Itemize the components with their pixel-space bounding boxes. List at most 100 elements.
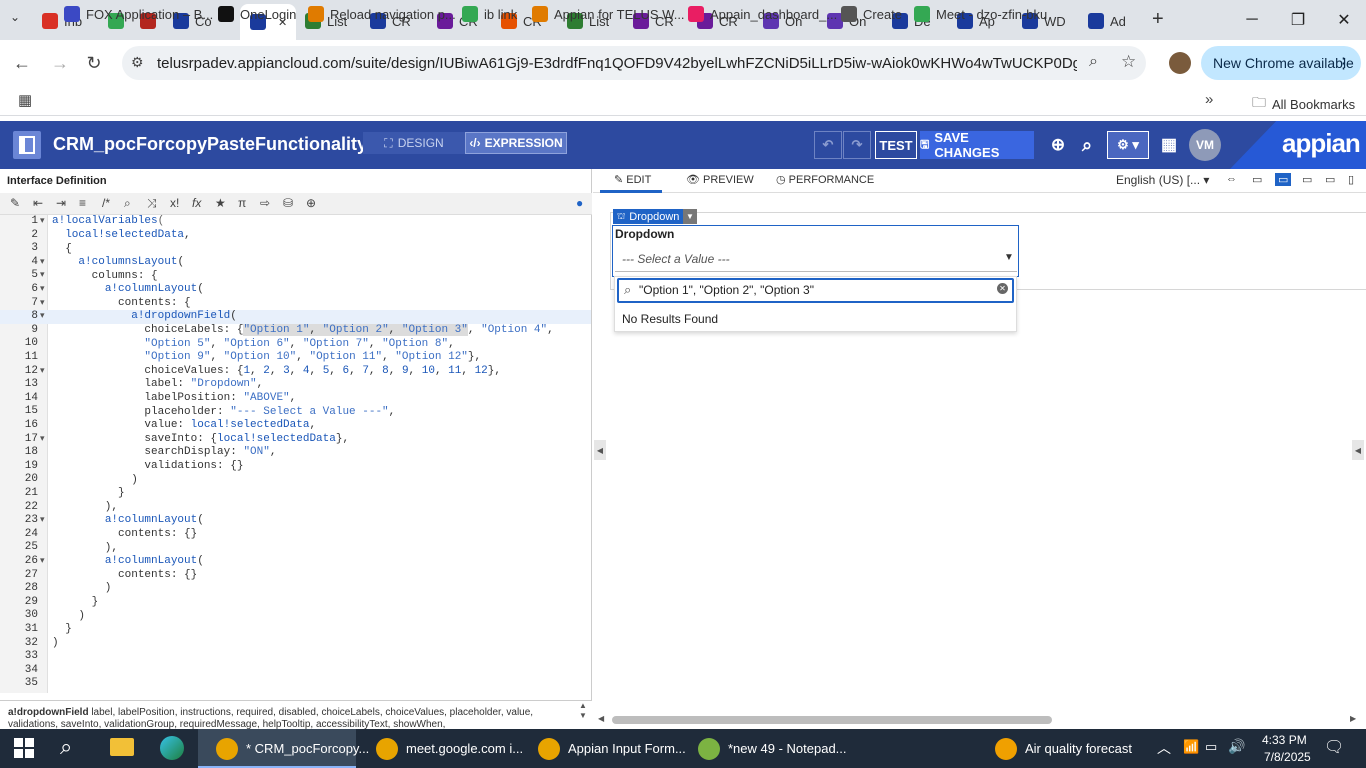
code-line[interactable]: searchDisplay: "ON",	[52, 446, 276, 458]
bookmark-item[interactable]: Appian for TELUS W...	[532, 6, 685, 22]
code-line[interactable]: contents: {}	[52, 528, 197, 540]
expression-mode-button[interactable]: ‹/› EXPRESSION	[465, 132, 567, 154]
collapse-right-arrow[interactable]: ◀	[1352, 440, 1364, 460]
database-icon[interactable]: ⛁	[283, 196, 293, 210]
code-line[interactable]: validations: {}	[52, 460, 243, 472]
fold-toggle-icon[interactable]: ▾	[40, 256, 45, 267]
code-line[interactable]: value: local!selectedData,	[52, 419, 316, 431]
fold-toggle-icon[interactable]: ▾	[40, 310, 45, 321]
code-line[interactable]: )	[52, 582, 112, 594]
test-button[interactable]: TEST	[875, 131, 917, 159]
back-button[interactable]: ←	[9, 50, 35, 76]
browser-tab[interactable]: Ad	[1088, 8, 1126, 34]
code-line[interactable]: a!columnLayout(	[52, 514, 204, 526]
outdent-icon[interactable]: ⇤	[33, 196, 43, 210]
indent-icon[interactable]: ⇥	[56, 196, 66, 210]
clock-date[interactable]: 7/8/2025	[1264, 750, 1311, 764]
pi-icon[interactable]: π	[238, 196, 246, 210]
phone-view-icon[interactable]: ▯	[1348, 173, 1354, 186]
tab-performance[interactable]: ◷ PERFORMANCE	[776, 173, 874, 186]
tray-chevron-icon[interactable]: ︿	[1157, 738, 1171, 758]
undo-button[interactable]: ↶	[814, 131, 842, 159]
taskbar-app[interactable]: Air quality forecast	[985, 729, 1142, 768]
bookmark-item[interactable]: Meet - dzo-zfin-bku	[914, 6, 1047, 22]
taskbar-app[interactable]: Appian Input Form...	[528, 729, 696, 768]
component-tag[interactable]: ⛫ Dropdown	[613, 209, 683, 224]
code-line[interactable]: }	[52, 623, 72, 635]
bookmark-item[interactable]: Reload navigation p...	[308, 6, 456, 22]
format-icon[interactable]: ✎	[10, 196, 20, 210]
code-line[interactable]: choiceValues: {1, 2, 3, 4, 5, 6, 7, 8, 9…	[52, 365, 501, 377]
code-line[interactable]: a!columnsLayout(	[52, 256, 184, 268]
component-menu-button[interactable]: ▼	[683, 209, 697, 224]
minimize-button[interactable]: ─	[1229, 0, 1275, 40]
web-icon[interactable]: ⊕	[306, 196, 316, 210]
code-line[interactable]: local!selectedData,	[52, 229, 190, 241]
notifications-icon[interactable]: 🗨	[1324, 737, 1344, 757]
tab-edit[interactable]: ✎ EDIT	[614, 173, 651, 186]
design-mode-button[interactable]: ⛶ DESIGN	[363, 132, 465, 154]
code-line[interactable]: {	[52, 243, 72, 255]
settings-gear-button[interactable]: ⚙ ▾	[1107, 131, 1149, 159]
forward-button[interactable]: →	[47, 50, 73, 76]
code-line[interactable]: a!localVariables(	[52, 215, 164, 227]
bookmark-item[interactable]: ib link	[462, 6, 517, 22]
code-line[interactable]: }	[52, 596, 99, 608]
favorite-icon[interactable]: ★	[215, 196, 226, 210]
taskbar-search-icon[interactable]: ⌕	[60, 734, 72, 760]
close-window-button[interactable]: ✕	[1321, 0, 1366, 40]
taskbar-app[interactable]: * CRM_pocForcopy...	[206, 729, 379, 768]
tab-search-button[interactable]: ⌄	[10, 10, 20, 24]
new-chrome-available-button[interactable]: New Chrome available ⋮	[1201, 46, 1361, 80]
taskbar-app[interactable]: meet.google.com i...	[366, 729, 533, 768]
code-line[interactable]: contents: {	[52, 297, 191, 309]
tablet-view-icon[interactable]: ▭	[1302, 173, 1312, 186]
code-line[interactable]: ),	[52, 501, 118, 513]
code-line[interactable]: label: "Dropdown",	[52, 378, 263, 390]
horizontal-scrollbar[interactable]	[612, 716, 1052, 724]
fold-toggle-icon[interactable]: ▾	[40, 433, 45, 444]
bookmark-item[interactable]: OneLogin	[218, 6, 296, 22]
desktop-view-icon[interactable]: ▭	[1252, 173, 1262, 186]
code-line[interactable]: contents: {}	[52, 569, 197, 581]
landscape-view-icon[interactable]: ▭	[1325, 173, 1335, 186]
bookmark-item[interactable]: Appain_dashboard_...	[688, 6, 837, 22]
site-info-icon[interactable]: ⚙	[131, 54, 144, 71]
scroll-left-arrow[interactable]: ◀	[598, 714, 604, 723]
list-icon[interactable]: ≡	[79, 196, 86, 210]
clock-time[interactable]: 4:33 PM	[1262, 733, 1307, 747]
code-line[interactable]: a!columnLayout(	[52, 555, 204, 567]
local-variable-icon[interactable]: x!	[170, 196, 179, 210]
save-changes-button[interactable]: 🖫 SAVE CHANGES	[920, 130, 1034, 160]
code-line[interactable]: a!columnLayout(	[52, 283, 204, 295]
fold-toggle-icon[interactable]: ▾	[40, 297, 45, 308]
app-grid-icon[interactable]: ▦	[1157, 131, 1181, 159]
globe-icon[interactable]: ⊕	[1046, 131, 1070, 159]
more-bookmarks-icon[interactable]: »	[1205, 91, 1213, 108]
export-icon[interactable]: ⇨	[260, 196, 270, 210]
collapse-left-arrow[interactable]: ◀	[594, 440, 606, 460]
reload-button[interactable]: ↻	[81, 50, 107, 76]
code-line[interactable]: )	[52, 637, 59, 649]
all-bookmarks[interactable]: 🗀 All Bookmarks	[1252, 92, 1355, 116]
bookmark-item[interactable]: FOX Application – B...	[64, 6, 213, 22]
help-icon[interactable]: ●	[576, 196, 583, 210]
fold-toggle-icon[interactable]: ▾	[40, 365, 45, 376]
clear-search-icon[interactable]: ✕	[997, 283, 1008, 294]
url-text[interactable]: telusrpadev.appiancloud.com/suite/design…	[157, 55, 1077, 72]
network-icon[interactable]: 📶	[1183, 739, 1199, 755]
code-line[interactable]: choiceLabels: {"Option 1", "Option 2", "…	[52, 324, 554, 336]
dropdown-field[interactable]: --- Select a Value ---	[615, 248, 1017, 272]
code-line[interactable]: )	[52, 610, 85, 622]
find-icon[interactable]: ⌕	[124, 196, 131, 211]
redo-button[interactable]: ↷	[843, 131, 871, 159]
code-line[interactable]: a!dropdownField(	[52, 310, 237, 322]
locale-select[interactable]: English (US) [... ▾	[1116, 173, 1209, 187]
file-explorer-icon[interactable]	[110, 738, 134, 756]
battery-icon[interactable]: ▭	[1205, 739, 1217, 755]
fit-width-icon[interactable]: ⇔	[1226, 173, 1237, 185]
windows-start-icon[interactable]	[14, 738, 34, 758]
volume-icon[interactable]: 🔊	[1228, 738, 1245, 755]
apps-grid-icon[interactable]: ▦	[18, 91, 32, 109]
fold-toggle-icon[interactable]: ▾	[40, 555, 45, 566]
